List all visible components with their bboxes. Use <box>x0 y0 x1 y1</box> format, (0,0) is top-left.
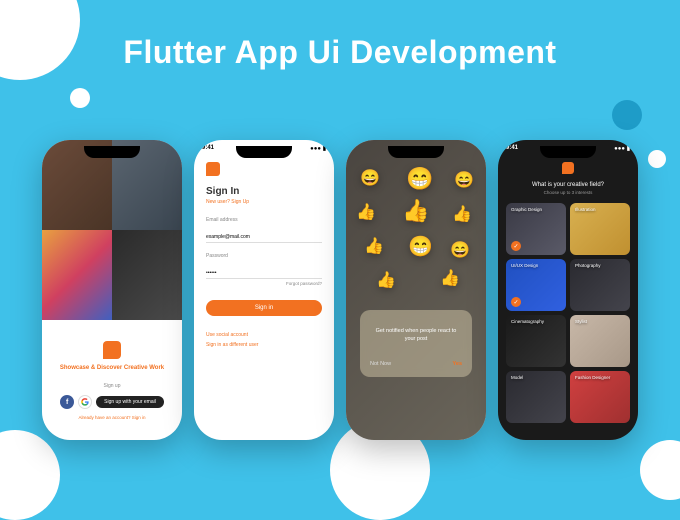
interest-tile-fashion[interactable]: Fashion Designer <box>570 371 630 423</box>
interest-tile-graphic-design[interactable]: Graphic Design ✓ <box>506 203 566 255</box>
phone-mockup-signin: 9:41 ●●● ▮ Sign In New user? Sign Up Ema… <box>194 140 334 440</box>
phone-notch <box>388 146 444 158</box>
hero-title: Flutter App Ui Development <box>0 34 680 71</box>
onboarding-headline: Showcase & Discover Creative Work <box>58 365 166 373</box>
bg-circle <box>612 100 642 130</box>
bg-circle <box>648 150 666 168</box>
grid-image <box>112 230 182 320</box>
signup-label: Sign up <box>58 383 166 389</box>
google-icon <box>81 398 89 406</box>
interest-tile-illustration[interactable]: Illustration <box>570 203 630 255</box>
sub-text: New user? <box>206 199 231 205</box>
grin-emoji-icon: 😁 <box>408 234 433 259</box>
signin-title: Sign In <box>206 186 322 197</box>
interest-tile-model[interactable]: Model <box>506 371 566 423</box>
phone-mockup-interests: 9:41 ●●● ▮ What is your creative field? … <box>498 140 638 440</box>
tile-label: Cinematography <box>511 319 544 324</box>
status-icons: ●●● ▮ <box>310 145 326 152</box>
interest-tile-photography[interactable]: Photography <box>570 259 630 311</box>
onboarding-image-grid <box>42 140 182 320</box>
interest-tile-cinematography[interactable]: Cinematography <box>506 315 566 367</box>
interest-tile-stylist[interactable]: Stylist <box>570 315 630 367</box>
email-signup-button[interactable]: Sign up with your email <box>96 396 164 408</box>
smile-emoji-icon: 😄 <box>360 168 380 188</box>
interest-tile-uiux[interactable]: UI/UX Design ✓ <box>506 259 566 311</box>
thumbs-up-emoji-icon: 👍 <box>440 268 460 288</box>
phone-mockup-notification: 😄 😁 😄 👍 👍 👍 👍 😁 😄 👍 👍 Get notified when … <box>346 140 486 440</box>
app-logo-icon <box>206 162 220 176</box>
footer-text: Already have an account? <box>78 415 131 420</box>
notification-prompt-card: Get notified when people react to your p… <box>360 310 472 377</box>
sign-in-link[interactable]: Sign in <box>132 415 146 420</box>
email-input[interactable] <box>206 232 322 243</box>
thumbs-up-emoji-icon: 👍 <box>376 270 396 290</box>
password-input[interactable] <box>206 268 322 279</box>
social-account-link[interactable]: Use social account <box>206 332 322 338</box>
check-icon: ✓ <box>511 241 521 251</box>
thumbs-up-emoji-icon: 👍 <box>452 204 472 224</box>
smile-emoji-icon: 😄 <box>450 240 470 260</box>
interests-subtitle: Choose up to 3 interests <box>506 190 630 195</box>
phone-notch <box>236 146 292 158</box>
phone-notch <box>540 146 596 158</box>
status-time: 9:41 <box>202 145 214 152</box>
signup-link[interactable]: Sign Up <box>231 199 249 205</box>
tile-label: Model <box>511 375 523 380</box>
app-logo-icon <box>103 341 121 359</box>
bg-circle <box>70 88 90 108</box>
bg-circle <box>640 440 680 500</box>
facebook-signup-button[interactable]: f <box>60 395 74 409</box>
smile-emoji-icon: 😄 <box>454 170 474 190</box>
forgot-password-link[interactable]: Forgot password? <box>206 281 322 286</box>
thumbs-up-emoji-icon: 👍 <box>402 198 429 224</box>
email-label: Email address <box>206 217 322 223</box>
yes-button[interactable]: Yes <box>453 361 462 367</box>
onboarding-footer: Already have an account? Sign in <box>58 415 166 420</box>
signin-button[interactable]: Sign in <box>206 300 322 316</box>
thumbs-up-emoji-icon: 👍 <box>356 202 376 222</box>
different-user-link[interactable]: Sign in as different user <box>206 342 322 348</box>
app-logo-icon <box>562 162 574 174</box>
not-now-button[interactable]: Not Now <box>370 361 391 367</box>
google-signup-button[interactable] <box>78 395 92 409</box>
notification-prompt-text: Get notified when people react to your p… <box>370 328 462 343</box>
tile-label: Illustration <box>575 207 596 212</box>
thumbs-up-emoji-icon: 👍 <box>364 236 384 256</box>
phone-mockup-onboarding: Showcase & Discover Creative Work Sign u… <box>42 140 182 440</box>
tile-label: Stylist <box>575 319 587 324</box>
password-label: Password <box>206 253 322 259</box>
status-time: 9:41 <box>506 145 518 152</box>
tile-label: Graphic Design <box>511 207 542 212</box>
grid-image <box>42 230 112 320</box>
signin-subtitle: New user? Sign Up <box>206 199 322 205</box>
tile-label: UI/UX Design <box>511 263 538 268</box>
grin-emoji-icon: 😁 <box>406 166 433 192</box>
tile-label: Photography <box>575 263 601 268</box>
phone-notch <box>84 146 140 158</box>
tile-label: Fashion Designer <box>575 375 610 380</box>
onboarding-card: Showcase & Discover Creative Work Sign u… <box>50 329 174 430</box>
interests-grid: Graphic Design ✓ Illustration UI/UX Desi… <box>506 203 630 423</box>
check-icon: ✓ <box>511 297 521 307</box>
status-icons: ●●● ▮ <box>614 145 630 152</box>
interests-question: What is your creative field? <box>506 182 630 188</box>
phone-mockups-row: Showcase & Discover Creative Work Sign u… <box>42 140 638 440</box>
bg-circle <box>0 430 60 520</box>
